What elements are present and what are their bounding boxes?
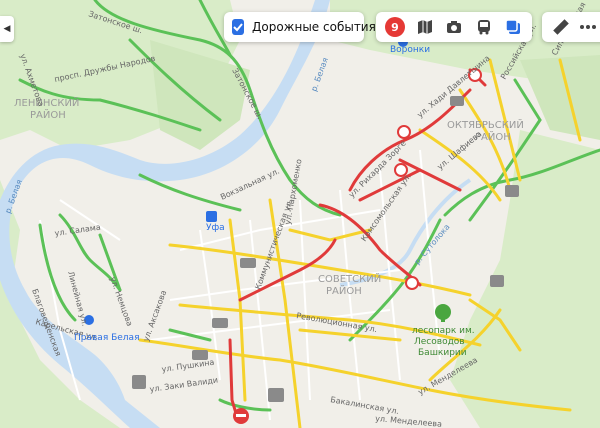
layers-button[interactable] [500, 14, 526, 40]
label-sovet-1: СОВЕТСКИЙ [318, 272, 381, 285]
label-lenin-2: РАЙОН [30, 108, 66, 121]
sidebar-collapse-button[interactable]: ◀ [0, 16, 14, 42]
transit-bus-icon [477, 20, 490, 35]
label-sovet-2: РАЙОН [326, 284, 362, 297]
label-park-2: Лесоводов [414, 337, 465, 347]
panorama-button[interactable] [412, 14, 438, 40]
label-park-1: лесопарк им. [412, 326, 475, 336]
label-park-3: Башкирии [418, 348, 467, 358]
label-pravaya-belaya: Правая Белая [74, 333, 139, 343]
traffic-score-icon: 9 [385, 17, 405, 37]
more-button[interactable] [577, 15, 598, 39]
more-icon [579, 25, 596, 29]
traffic-events-toggle[interactable]: Дорожные события [224, 12, 376, 42]
traffic-score-button[interactable]: 9 [382, 14, 408, 40]
layers-icon [505, 19, 520, 34]
chevron-left-icon: ◀ [3, 24, 11, 34]
panorama-icon [417, 20, 432, 34]
station-icon[interactable] [206, 211, 217, 222]
label-ufa: Уфа [206, 223, 225, 233]
camera-button[interactable] [441, 14, 467, 40]
transit-button[interactable] [471, 14, 497, 40]
layers-toolbar: 9 [376, 12, 532, 42]
checkbox-checked-icon[interactable] [232, 19, 244, 35]
map-canvas[interactable]: Затонское ш. Воронки р. Белая ЛЕНИНСКИЙ … [0, 0, 600, 428]
tools-toolbar [542, 12, 600, 42]
traffic-events-label: Дорожные события [252, 20, 376, 34]
ruler-icon [552, 19, 569, 35]
label-voronki: Воронки [390, 45, 430, 55]
label-lenin-1: ЛЕНИНСКИЙ [14, 96, 79, 109]
label-oktyabr-1: ОКТЯБРЬСКИЙ [447, 118, 524, 131]
ruler-button[interactable] [550, 15, 571, 39]
camera-icon [447, 21, 461, 33]
